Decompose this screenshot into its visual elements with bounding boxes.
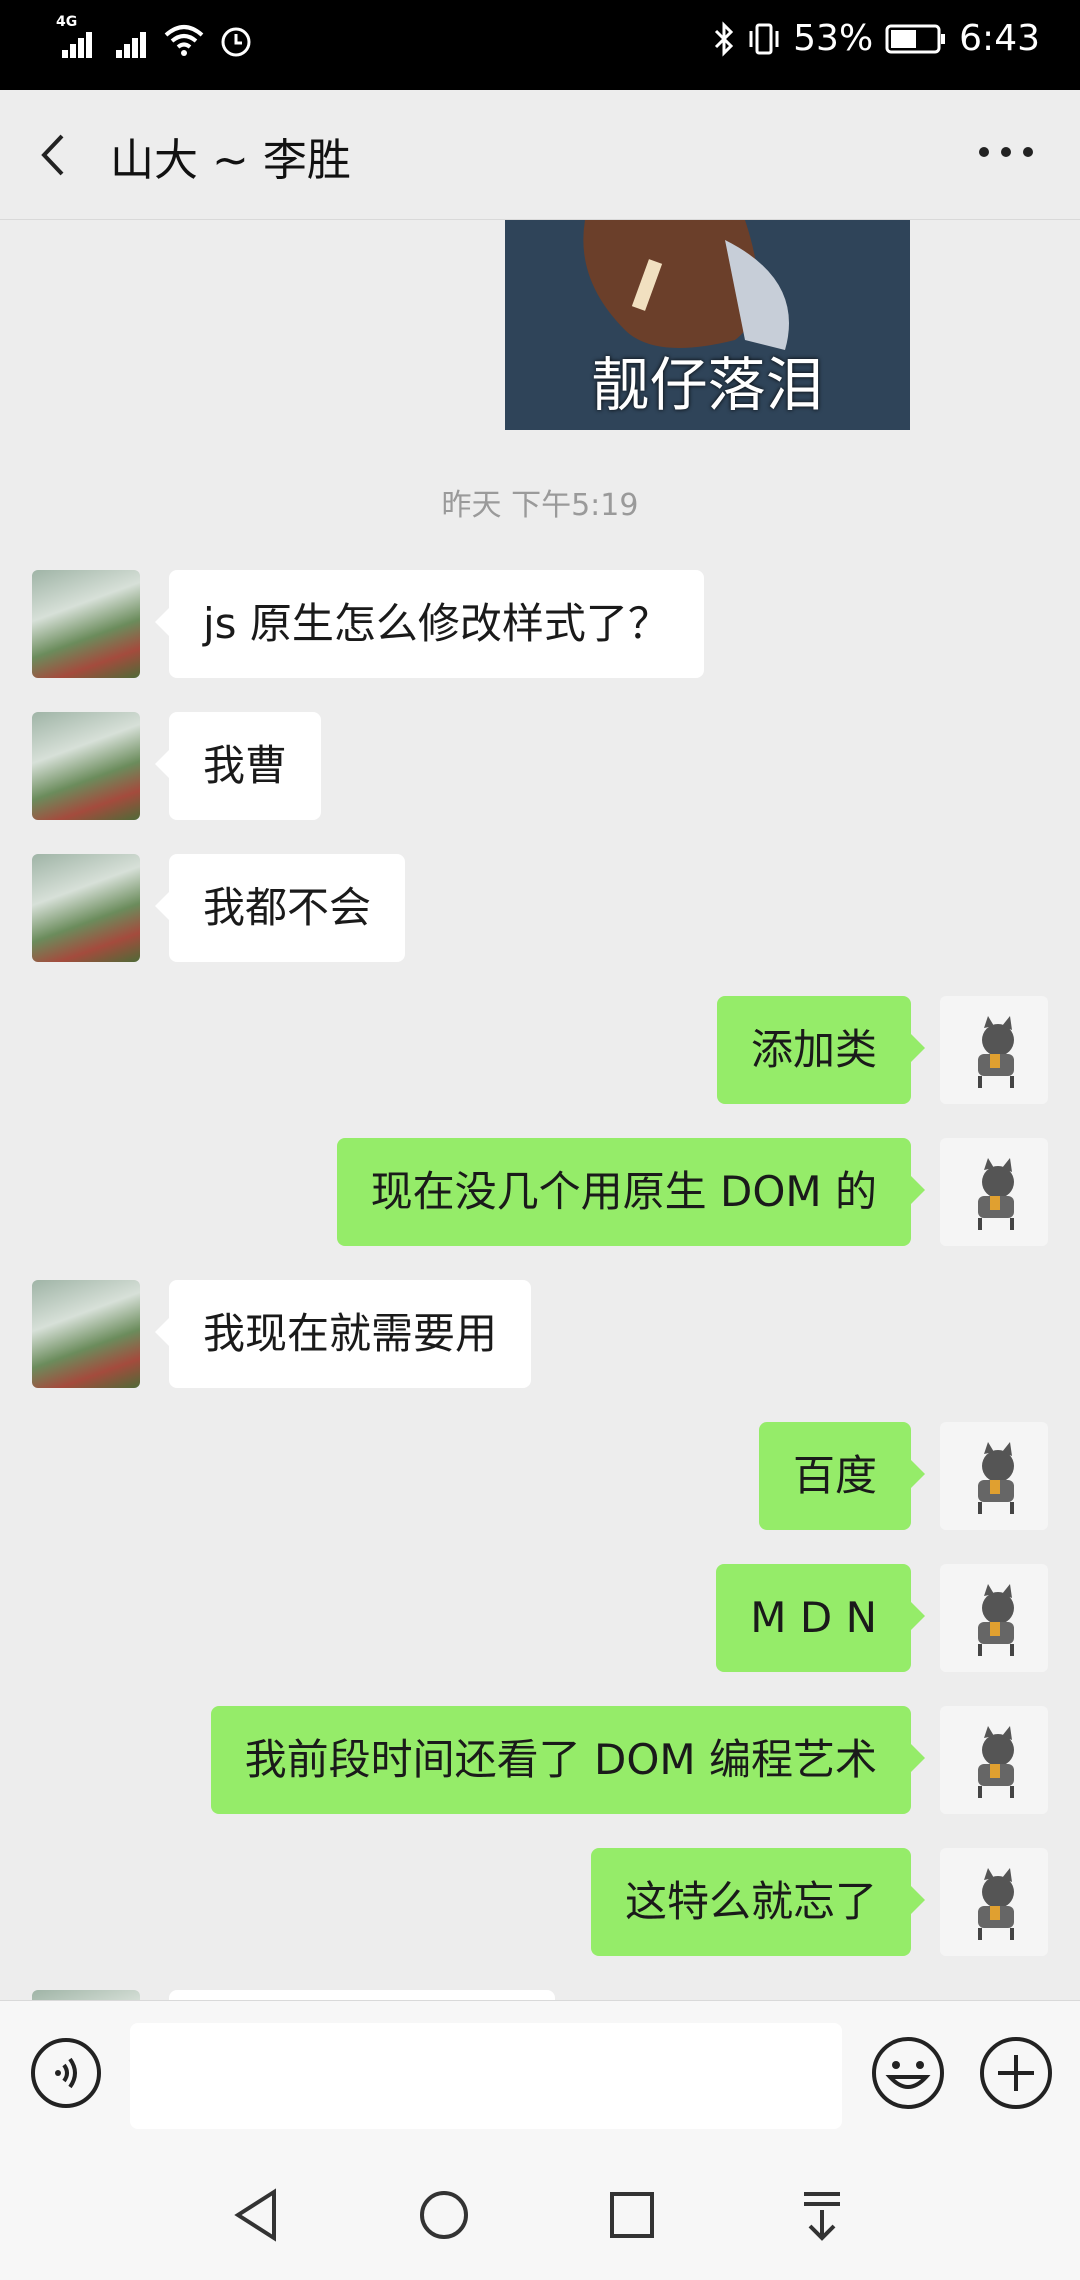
message-input[interactable] <box>130 2023 842 2129</box>
wifi-icon <box>164 25 204 56</box>
avatar[interactable] <box>32 712 140 820</box>
avatar[interactable] <box>940 1848 1048 1956</box>
message-bubble[interactable]: 我前段时间还看了 DOM 编程艺术 <box>210 1706 926 1814</box>
status-bar: 4G 53% 6:43 <box>0 0 1080 90</box>
battery-icon <box>885 24 946 53</box>
message-bubble[interactable]: M D N <box>716 1564 925 1672</box>
message-bubble[interactable]: 百度 <box>758 1422 926 1530</box>
sticker-caption: 靓仔落泪 <box>591 351 824 419</box>
bluetooth-icon <box>715 20 734 57</box>
system-nav-bar <box>0 2150 1080 2280</box>
signal-icon-2 <box>110 18 150 62</box>
avatar[interactable] <box>32 570 140 678</box>
avatar[interactable] <box>940 1138 1048 1246</box>
nav-recents-icon[interactable] <box>608 2188 656 2242</box>
message-bubble[interactable]: 这特么就忘了 <box>590 1848 926 1956</box>
avatar[interactable] <box>940 1422 1048 1530</box>
voice-icon[interactable] <box>30 2037 102 2109</box>
message-bubble[interactable]: 添加类 <box>716 996 926 1104</box>
network-type: 4G <box>56 14 78 30</box>
more-icon[interactable] <box>976 142 1036 162</box>
clock: 6:43 <box>959 18 1040 59</box>
avatar[interactable] <box>940 1564 1048 1672</box>
sticker-image[interactable]: 靓仔落泪 <box>505 220 910 430</box>
message-row: 我都不会 <box>0 854 1080 966</box>
message-row: 现在没几个用原生 DOM 的 <box>0 1138 1080 1250</box>
message-bubble[interactable]: 我都不会 <box>154 854 406 962</box>
battery-percent: 53% <box>793 18 874 59</box>
chat-title: 山大 ~ 李胜 <box>110 135 351 186</box>
message-row: 这特么就忘了 <box>0 1848 1080 1960</box>
avatar[interactable] <box>32 854 140 962</box>
message-row: M D N <box>0 1564 1080 1676</box>
message-row: 我现在就需要用 <box>0 1280 1080 1392</box>
nav-back-icon[interactable] <box>232 2188 280 2242</box>
signal-icon: 4G <box>56 14 96 62</box>
back-icon[interactable] <box>34 130 74 180</box>
cat-avatar-icon <box>978 1442 1014 1514</box>
message-bubble[interactable]: 我曹 <box>154 712 322 820</box>
cat-avatar-icon <box>978 1158 1014 1230</box>
message-row-partial <box>0 1990 1080 2000</box>
message-row: js 原生怎么修改样式了？ <box>0 570 1080 682</box>
emoji-icon[interactable] <box>870 2035 946 2111</box>
avatar[interactable] <box>32 1990 140 2000</box>
cat-avatar-icon <box>978 1016 1014 1088</box>
nav-notification-icon[interactable] <box>800 2188 844 2242</box>
message-list[interactable]: 靓仔落泪 昨天 下午5:19 js 原生怎么修改样式了？ 我曹 我都不会 添加类… <box>0 220 1080 2000</box>
plus-icon[interactable] <box>978 2035 1054 2111</box>
message-bubble[interactable]: 现在没几个用原生 DOM 的 <box>336 1138 926 1246</box>
message-bubble[interactable]: 我现在就需要用 <box>154 1280 532 1388</box>
message-row: 我前段时间还看了 DOM 编程艺术 <box>0 1706 1080 1818</box>
message-row: 添加类 <box>0 996 1080 1108</box>
alarm-icon <box>221 27 251 57</box>
chat-header: 山大 ~ 李胜 <box>0 90 1080 220</box>
cat-avatar-icon <box>978 1868 1014 1940</box>
message-row: 我曹 <box>0 712 1080 824</box>
cat-avatar-icon <box>978 1726 1014 1798</box>
vibrate-icon <box>749 23 779 54</box>
message-bubble[interactable] <box>169 1990 555 2000</box>
cat-avatar-icon <box>978 1584 1014 1656</box>
avatar[interactable] <box>940 1706 1048 1814</box>
avatar[interactable] <box>940 996 1048 1104</box>
message-row: 百度 <box>0 1422 1080 1534</box>
timestamp: 昨天 下午5:19 <box>441 488 639 523</box>
nav-home-icon[interactable] <box>418 2188 470 2242</box>
input-bar <box>0 2000 1080 2150</box>
message-bubble[interactable]: js 原生怎么修改样式了？ <box>155 570 704 678</box>
avatar[interactable] <box>32 1280 140 1388</box>
